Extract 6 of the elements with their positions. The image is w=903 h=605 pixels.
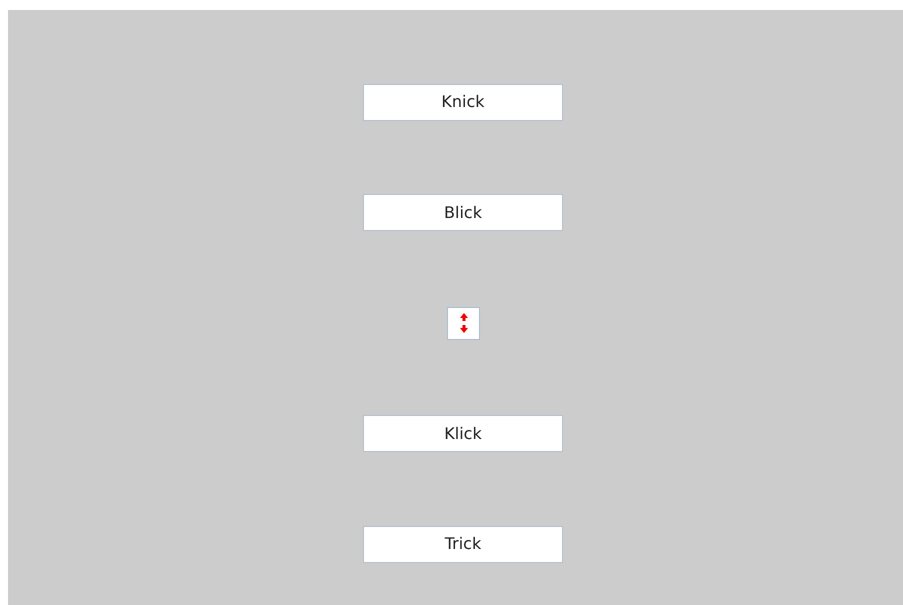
swap-button[interactable] xyxy=(447,306,480,340)
up-down-arrows-icon xyxy=(460,313,468,334)
text-button[interactable]: Trick xyxy=(363,526,563,563)
text-button[interactable]: Blick xyxy=(363,194,563,232)
text-button[interactable]: Knick xyxy=(363,84,563,121)
text-button[interactable]: Klick xyxy=(363,415,563,452)
